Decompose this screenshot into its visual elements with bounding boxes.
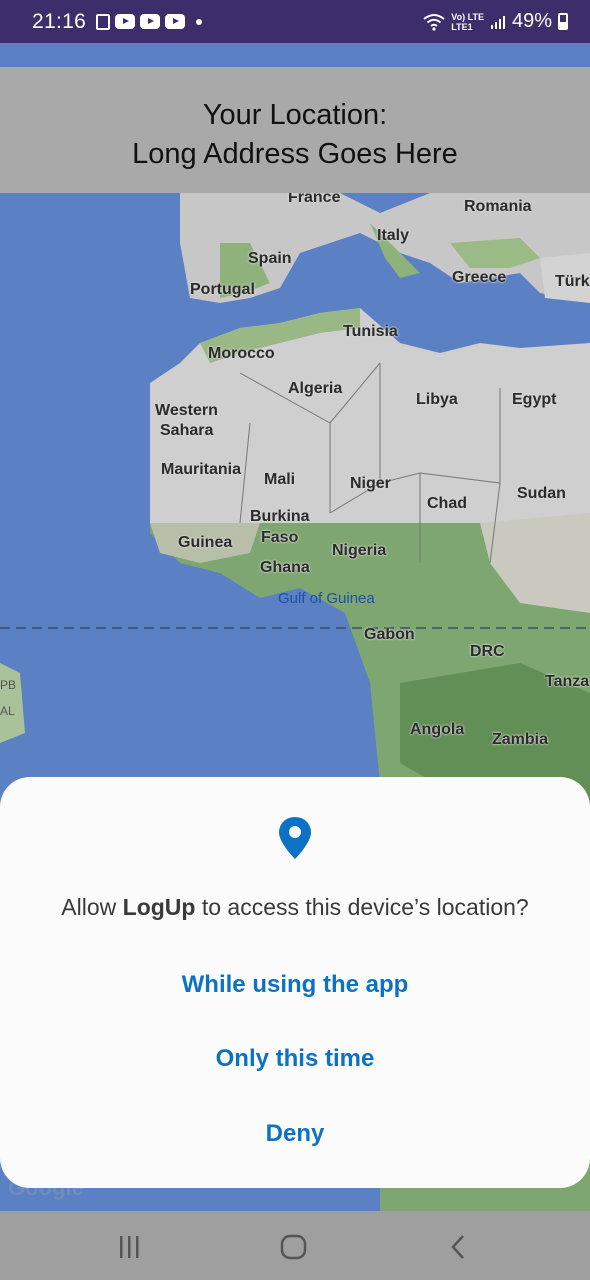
- app-name: LogUp: [122, 894, 196, 920]
- map-label-tunisia: Tunisia: [343, 323, 398, 340]
- map-label-spain: Spain: [248, 250, 292, 267]
- permission-message: Allow LogUp to access this device’s loca…: [0, 894, 590, 921]
- map-label-nigeria: Nigeria: [332, 542, 387, 559]
- youtube-icon: [140, 14, 161, 29]
- battery-percent: 49%: [511, 10, 552, 32]
- recent-apps-icon[interactable]: [114, 1233, 144, 1261]
- map-label-mali: Mali: [264, 471, 296, 488]
- map-label-faso: Faso: [261, 529, 299, 546]
- notification-icons: [96, 13, 203, 30]
- system-icons: Vo) LTE LTE1 49%: [423, 10, 568, 33]
- map-label-italy: Italy: [377, 227, 410, 244]
- map-label-mauritania: Mauritania: [161, 461, 242, 478]
- map-label-algeria: Algeria: [288, 380, 343, 397]
- map-label-sudan: Sudan: [517, 485, 566, 502]
- map-label-ghana: Ghana: [260, 559, 310, 576]
- message-prefix: Allow: [61, 894, 123, 920]
- youtube-icon: [165, 14, 186, 29]
- network-bottom: LTE1: [451, 21, 473, 32]
- location-address: Long Address Goes Here: [132, 138, 458, 170]
- map-label-egypt: Egypt: [512, 391, 557, 408]
- map-label-chad: Chad: [427, 495, 467, 512]
- map-label-turkey: Türk: [555, 273, 590, 290]
- location-permission-dialog: Allow LogUp to access this device’s loca…: [0, 777, 590, 1188]
- notification-dot-icon: [196, 18, 203, 25]
- wifi-icon: [423, 13, 445, 31]
- while-using-app-button[interactable]: While using the app: [0, 971, 590, 999]
- map-label-niger: Niger: [350, 475, 391, 492]
- message-suffix: to access this device’s location?: [195, 894, 529, 920]
- battery-icon: [558, 13, 568, 30]
- only-this-time-button[interactable]: Only this time: [0, 1045, 590, 1073]
- map-label-libya: Libya: [416, 391, 458, 408]
- map-label-greece: Greece: [452, 269, 507, 286]
- map-label-romania: Romania: [464, 198, 532, 215]
- signal-icon: [490, 15, 505, 29]
- status-bar: 21:16 Vo) LTE LTE1 49%: [0, 0, 590, 43]
- map-label-morocco: Morocco: [208, 345, 275, 362]
- map-label-gabon: Gabon: [364, 626, 415, 643]
- deny-button[interactable]: Deny: [0, 1120, 590, 1148]
- map-label-gulf-of-guinea: Gulf of Guinea: [278, 590, 375, 607]
- map-label-tanza: Tanza: [545, 673, 590, 690]
- map-label-pb: PB: [0, 678, 17, 692]
- navigation-bar: [0, 1211, 590, 1280]
- location-pin-icon: [279, 817, 311, 859]
- map-label-burkina: Burkina: [250, 508, 310, 525]
- location-header: Your Location: Long Address Goes Here: [0, 67, 590, 193]
- back-icon[interactable]: [445, 1233, 475, 1261]
- notes-icon: [96, 13, 111, 30]
- map-label-guinea: Guinea: [178, 534, 233, 551]
- network-type: Vo) LTE LTE1: [451, 12, 484, 32]
- map-label-portugal: Portugal: [190, 281, 255, 298]
- map-label-al: AL: [0, 704, 15, 718]
- map-label-western: Western: [155, 402, 218, 419]
- home-icon[interactable]: [279, 1233, 309, 1261]
- map-label-zambia: Zambia: [492, 731, 549, 748]
- map-label-angola: Angola: [410, 721, 465, 738]
- status-time: 21:16: [32, 9, 87, 33]
- youtube-icon: [115, 14, 136, 29]
- map-label-drc: DRC: [470, 643, 505, 660]
- network-top: Vo) LTE: [451, 11, 484, 22]
- map-label-sahara: Sahara: [160, 422, 214, 439]
- location-title: Your Location:: [202, 99, 388, 131]
